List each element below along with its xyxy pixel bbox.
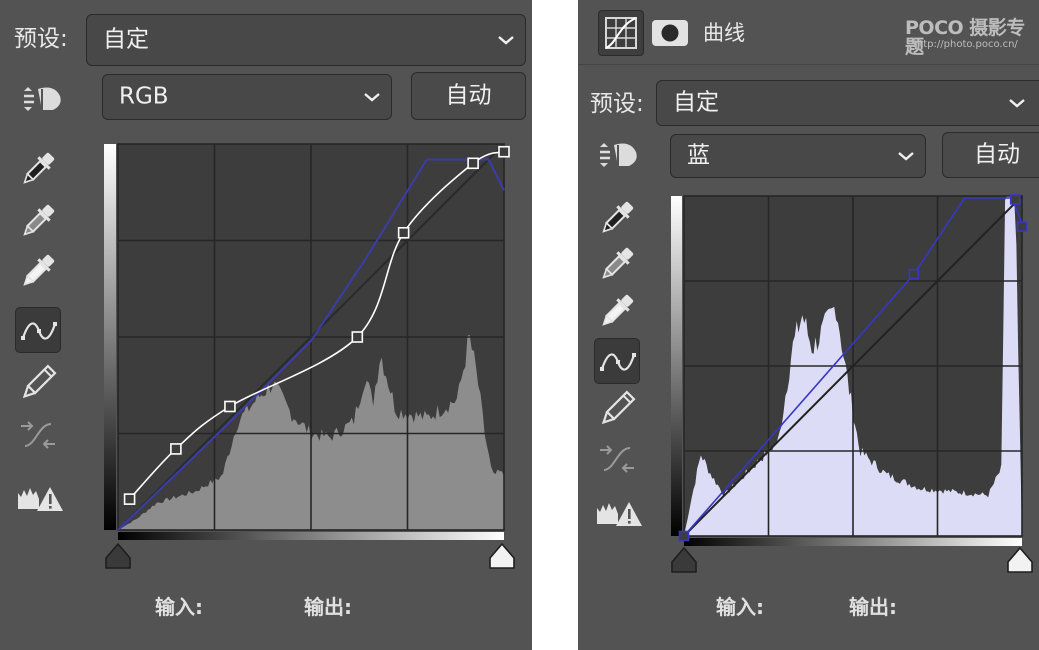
channel-dropdown[interactable]: 蓝 [670, 134, 926, 178]
preset-dropdown[interactable]: 自定 [656, 80, 1039, 126]
preset-label: 预设: [14, 26, 68, 52]
white-point-slider[interactable] [489, 543, 515, 569]
curve-control-point[interactable] [123, 493, 136, 505]
white-point-eyedropper-icon[interactable] [594, 288, 640, 334]
preset-value: 自定 [103, 26, 149, 53]
watermark-brand: POCO 摄影专题 [905, 17, 1025, 58]
input-gradient-bar [684, 538, 1022, 546]
chevron-down-icon [498, 36, 514, 45]
point-curve-icon[interactable] [594, 338, 640, 384]
curve-control-point[interactable] [467, 157, 479, 170]
black-point-eyedropper-icon[interactable] [594, 195, 640, 241]
pencil-icon[interactable] [594, 386, 640, 432]
curve-control-point[interactable] [397, 226, 410, 239]
clipping-warning-icon[interactable] [594, 490, 644, 536]
smooth-curve-icon[interactable] [594, 436, 640, 482]
auto-button[interactable]: 自动 [411, 72, 526, 120]
pencil-icon[interactable] [15, 360, 61, 406]
output-gradient-bar [671, 196, 682, 536]
preset-dropdown[interactable]: 自定 [86, 14, 526, 66]
channel-value: 蓝 [687, 142, 710, 169]
curve-control-point[interactable] [224, 400, 236, 413]
chevron-down-icon [364, 93, 380, 102]
black-point-slider[interactable] [671, 547, 697, 573]
curve-control-point[interactable] [1016, 221, 1028, 232]
output-label: 输出: [304, 595, 352, 619]
panel-title: 曲线 [703, 21, 745, 45]
curve-control-point[interactable] [351, 331, 364, 343]
input-gradient-bar [118, 532, 504, 540]
curve-control-point[interactable] [678, 530, 690, 542]
curves-adjustment-icon[interactable] [598, 10, 644, 56]
curve-control-point[interactable] [908, 268, 920, 280]
point-curve-icon[interactable] [15, 307, 61, 353]
watermark-url: http://photo.poco.cn/ [913, 39, 1018, 50]
input-label: 输入: [155, 595, 203, 619]
black-point-eyedropper-icon[interactable] [15, 146, 61, 192]
curve-control-point[interactable] [498, 145, 510, 158]
chevron-down-icon [898, 152, 914, 161]
target-adjust-hand-icon[interactable] [18, 76, 64, 122]
smooth-curve-icon[interactable] [15, 412, 61, 458]
curves-panel-rgb: 预设: 自定 RGB 自动 输入: 输出: [0, 0, 532, 650]
gray-point-eyedropper-icon[interactable] [594, 241, 640, 287]
chevron-down-icon [1009, 99, 1025, 108]
gray-point-eyedropper-icon[interactable] [15, 198, 61, 244]
output-label: 输出: [849, 595, 897, 619]
white-point-eyedropper-icon[interactable] [15, 248, 61, 294]
curve-graph[interactable] [668, 192, 1039, 580]
curve-control-point[interactable] [170, 443, 182, 455]
target-adjust-hand-icon[interactable] [594, 132, 640, 178]
curve-control-point[interactable] [1009, 194, 1021, 205]
curve-graph[interactable] [100, 140, 520, 572]
preset-value: 自定 [673, 89, 719, 116]
channel-dropdown[interactable]: RGB [102, 74, 392, 120]
layer-mask-icon[interactable] [652, 20, 688, 46]
preset-label: 预设: [590, 91, 644, 117]
header-divider [578, 64, 1039, 65]
curves-panel-blue: 曲线 POCO 摄影专题 http://photo.poco.cn/ 预设: 自… [578, 0, 1039, 650]
output-gradient-bar [104, 144, 116, 530]
input-label: 输入: [716, 595, 764, 619]
clipping-warning-icon[interactable] [15, 475, 65, 521]
channel-value: RGB [119, 83, 169, 110]
black-point-slider[interactable] [105, 543, 131, 569]
white-point-slider[interactable] [1007, 547, 1033, 573]
auto-button[interactable]: 自动 [942, 132, 1039, 178]
